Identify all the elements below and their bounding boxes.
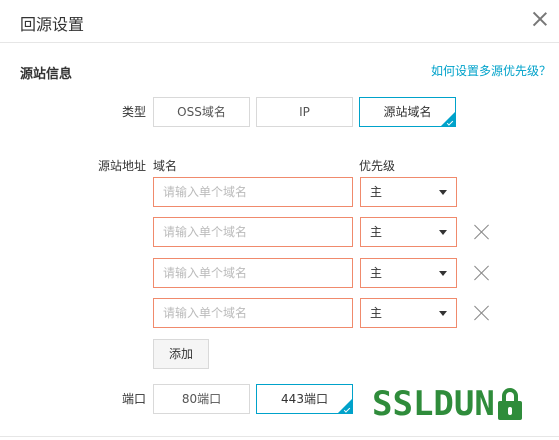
priority-select[interactable]: 主: [360, 177, 457, 207]
caret-down-icon: [439, 311, 447, 316]
add-origin-button[interactable]: 添加: [153, 339, 209, 369]
remove-row-icon[interactable]: [473, 304, 491, 322]
watermark-text-dun: DUN: [433, 384, 495, 424]
caret-down-icon: [439, 271, 447, 276]
footer-divider: [0, 436, 559, 437]
domain-input[interactable]: [153, 258, 353, 288]
dialog-title: 回源设置: [20, 15, 85, 34]
priority-help-link[interactable]: 如何设置多源优先级？: [431, 62, 551, 79]
priority-select[interactable]: 主: [360, 258, 457, 288]
origin-settings-dialog: 回源设置 源站信息 如何设置多源优先级？ 类型 OSS域名 IP 源站域名 源站…: [0, 0, 559, 440]
caret-down-icon: [439, 190, 447, 195]
domain-input[interactable]: [153, 217, 353, 247]
caret-down-icon: [439, 230, 447, 235]
port-label: 端口: [121, 392, 146, 406]
domain-column-header: 域名: [153, 159, 178, 173]
type-option-label: IP: [299, 105, 310, 119]
port-option-80[interactable]: 80端口: [153, 384, 250, 414]
type-option-oss-domain[interactable]: OSS域名: [153, 97, 250, 127]
close-icon[interactable]: [532, 11, 548, 27]
remove-row-icon[interactable]: [473, 264, 491, 282]
priority-select[interactable]: 主: [360, 217, 457, 247]
domain-input[interactable]: [153, 177, 353, 207]
type-label: 类型: [121, 105, 146, 119]
port-option-443[interactable]: 443端口: [256, 384, 353, 414]
origin-address-label: 源站地址: [97, 159, 146, 173]
domain-input[interactable]: [153, 298, 353, 328]
remove-row-icon[interactable]: [473, 223, 491, 241]
priority-column-header: 优先级: [359, 159, 396, 173]
section-title: 源站信息: [20, 67, 73, 82]
watermark-text-ssl: SSL: [372, 384, 434, 424]
port-option-label: 80端口: [181, 392, 222, 406]
type-option-origin-domain[interactable]: 源站域名: [359, 97, 456, 127]
priority-value: 主: [370, 185, 383, 199]
type-option-label: 源站域名: [383, 105, 432, 119]
type-option-ip[interactable]: IP: [256, 97, 353, 127]
priority-select[interactable]: 主: [360, 298, 457, 328]
dialog-header: 回源设置: [0, 0, 559, 43]
priority-value: 主: [370, 306, 383, 320]
type-option-label: OSS域名: [177, 105, 226, 119]
priority-value: 主: [370, 266, 383, 280]
lock-icon: [497, 387, 523, 421]
port-option-label: 443端口: [281, 392, 328, 406]
priority-value: 主: [370, 225, 383, 239]
ssldun-watermark: SSL DUN: [372, 384, 523, 424]
